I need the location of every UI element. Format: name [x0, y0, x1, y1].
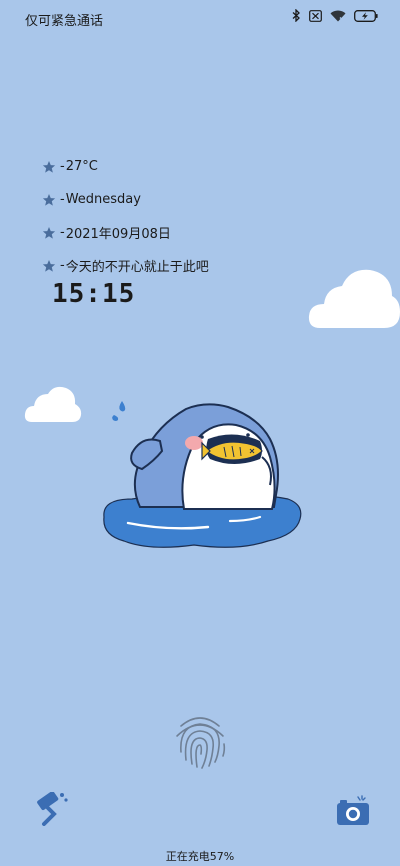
shark-illustration [103, 401, 302, 548]
quote-text: 今天的不开心就止于此吧 [65, 260, 209, 275]
fingerprint-icon[interactable] [171, 712, 229, 770]
star-icon [42, 226, 56, 239]
date-text: 2021年09月08日 [65, 227, 171, 242]
dash: - [60, 258, 65, 273]
quote-row: - 今天的不开心就止于此吧 [42, 249, 209, 282]
info-widget: - 27°C - Wednesday - 2021年09月08日 - 今天的不开… [42, 150, 209, 282]
sim-disabled-icon [309, 9, 322, 22]
cloud-icon [24, 386, 82, 422]
temperature-text: 27°C [65, 159, 98, 174]
charging-status-text: 正在充电57% [165, 850, 235, 863]
date-row: - 2021年09月08日 [42, 216, 209, 249]
battery-charging-icon [354, 9, 378, 22]
dash: - [60, 159, 65, 174]
weekday-text: Wednesday [65, 192, 141, 207]
bluetooth-icon [292, 9, 301, 22]
dash: - [60, 225, 65, 240]
camera-icon[interactable] [336, 795, 370, 827]
status-icons [292, 9, 378, 22]
cloud-icon [308, 269, 400, 328]
lock-clock: 15:15 [52, 279, 136, 309]
star-icon [42, 259, 56, 272]
carrier-status-text: 仅可紧急通话 [25, 14, 104, 29]
status-bar: 仅可紧急通话 [0, 0, 400, 34]
star-icon [42, 160, 56, 173]
weekday-row: - Wednesday [42, 183, 209, 216]
weather-row: - 27°C [42, 150, 209, 183]
star-icon [42, 193, 56, 206]
wifi-icon [330, 10, 346, 22]
paint-roller-icon[interactable] [34, 792, 70, 826]
dash: - [60, 192, 65, 207]
